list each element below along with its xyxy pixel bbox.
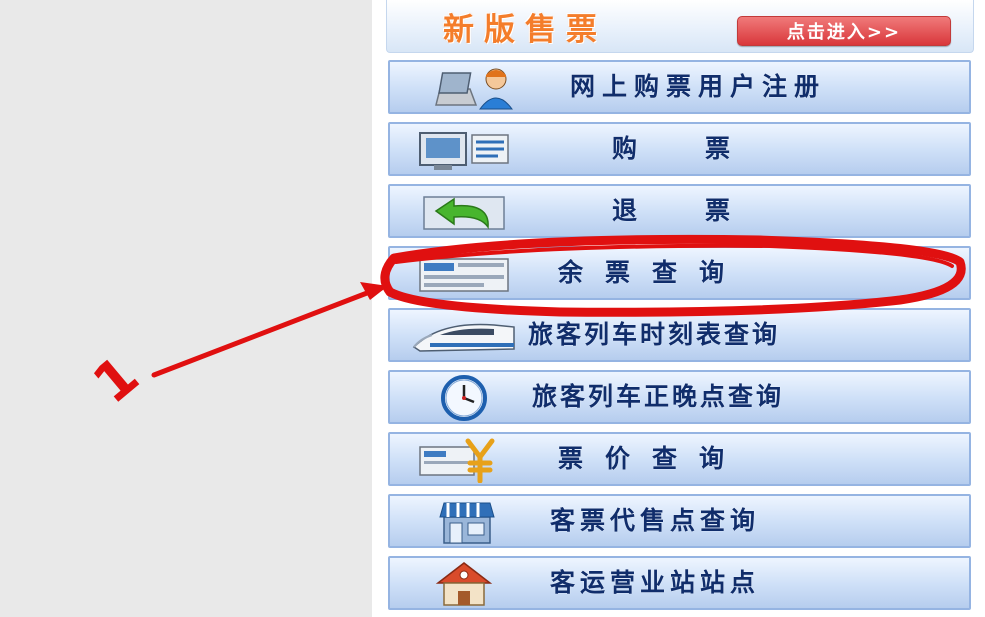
menu-item-timetable-query[interactable]: 旅客列车时刻表查询 xyxy=(388,308,971,362)
ticket-list-icon xyxy=(410,251,518,297)
menu-item-delay-query[interactable]: 旅客列车正晚点查询 xyxy=(388,370,971,424)
menu-item-fare-query[interactable]: 票价查询 xyxy=(388,432,971,486)
clock-icon xyxy=(410,375,518,421)
menu-item-label: 余票查询 xyxy=(558,258,747,287)
menu-item-label: 客票代售点查询 xyxy=(550,506,761,535)
menu-item-label: 旅客列车正晚点查询 xyxy=(532,382,785,411)
menu-item-buy-ticket[interactable]: 购 票 xyxy=(388,122,971,176)
menu-item-label: 票价查询 xyxy=(558,444,747,473)
return-arrow-icon xyxy=(410,189,518,235)
menu-item-label: 旅客列车时刻表查询 xyxy=(528,320,781,349)
house-station-icon xyxy=(410,561,518,607)
user-laptop-icon xyxy=(410,65,518,111)
menu-item-user-registration[interactable]: 网上购票用户注册 xyxy=(388,60,971,114)
shop-icon xyxy=(410,499,518,545)
enter-button[interactable]: 点击进入>> xyxy=(737,16,951,46)
menu-item-label: 客运营业站站点 xyxy=(550,568,761,597)
pane-divider xyxy=(372,0,386,617)
menu-item-agent-outlet-query[interactable]: 客票代售点查询 xyxy=(388,494,971,548)
menu-item-label: 购 票 xyxy=(612,134,737,163)
monitor-icon xyxy=(410,127,518,173)
menu-item-label: 网上购票用户注册 xyxy=(570,72,827,101)
yen-price-icon xyxy=(410,437,518,484)
right-edge-strip xyxy=(975,0,985,617)
left-blank-pane xyxy=(0,0,372,617)
menu-item-refund-ticket[interactable]: 退 票 xyxy=(388,184,971,238)
menu-item-passenger-station[interactable]: 客运营业站站点 xyxy=(388,556,971,610)
new-ticketing-banner: 新版售票 点击进入>> xyxy=(386,0,974,53)
menu-item-remaining-ticket-query[interactable]: 余票查询 xyxy=(388,246,971,300)
ticket-service-menu: 新版售票 点击进入>> 网上购票用户注册 购 票 退 票 余票查询 旅客列车时刻… xyxy=(386,0,975,617)
banner-title: 新版售票 xyxy=(443,12,607,48)
bullet-train-icon xyxy=(410,313,518,359)
menu-item-label: 退 票 xyxy=(612,196,737,225)
